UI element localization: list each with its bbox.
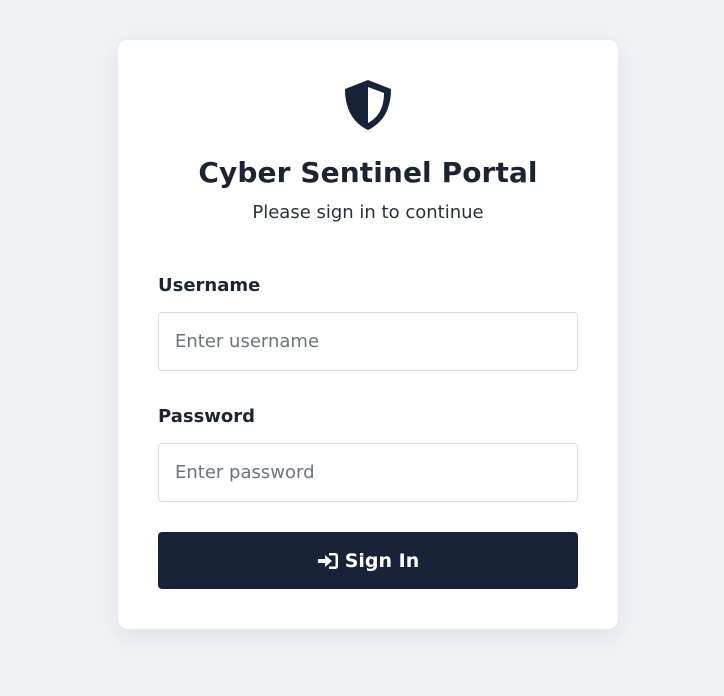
password-input[interactable] xyxy=(158,443,578,502)
page-title: Cyber Sentinel Portal xyxy=(198,156,538,189)
login-card: Cyber Sentinel Portal Please sign in to … xyxy=(118,40,618,629)
sign-in-label: Sign In xyxy=(344,549,420,572)
username-input[interactable] xyxy=(158,312,578,371)
username-label: Username xyxy=(158,275,261,296)
password-label: Password xyxy=(158,406,256,427)
sign-in-button[interactable]: Sign In xyxy=(158,532,578,589)
sign-in-icon xyxy=(317,551,339,571)
page-subtitle: Please sign in to continue xyxy=(252,202,484,223)
shield-half-icon xyxy=(345,80,391,130)
